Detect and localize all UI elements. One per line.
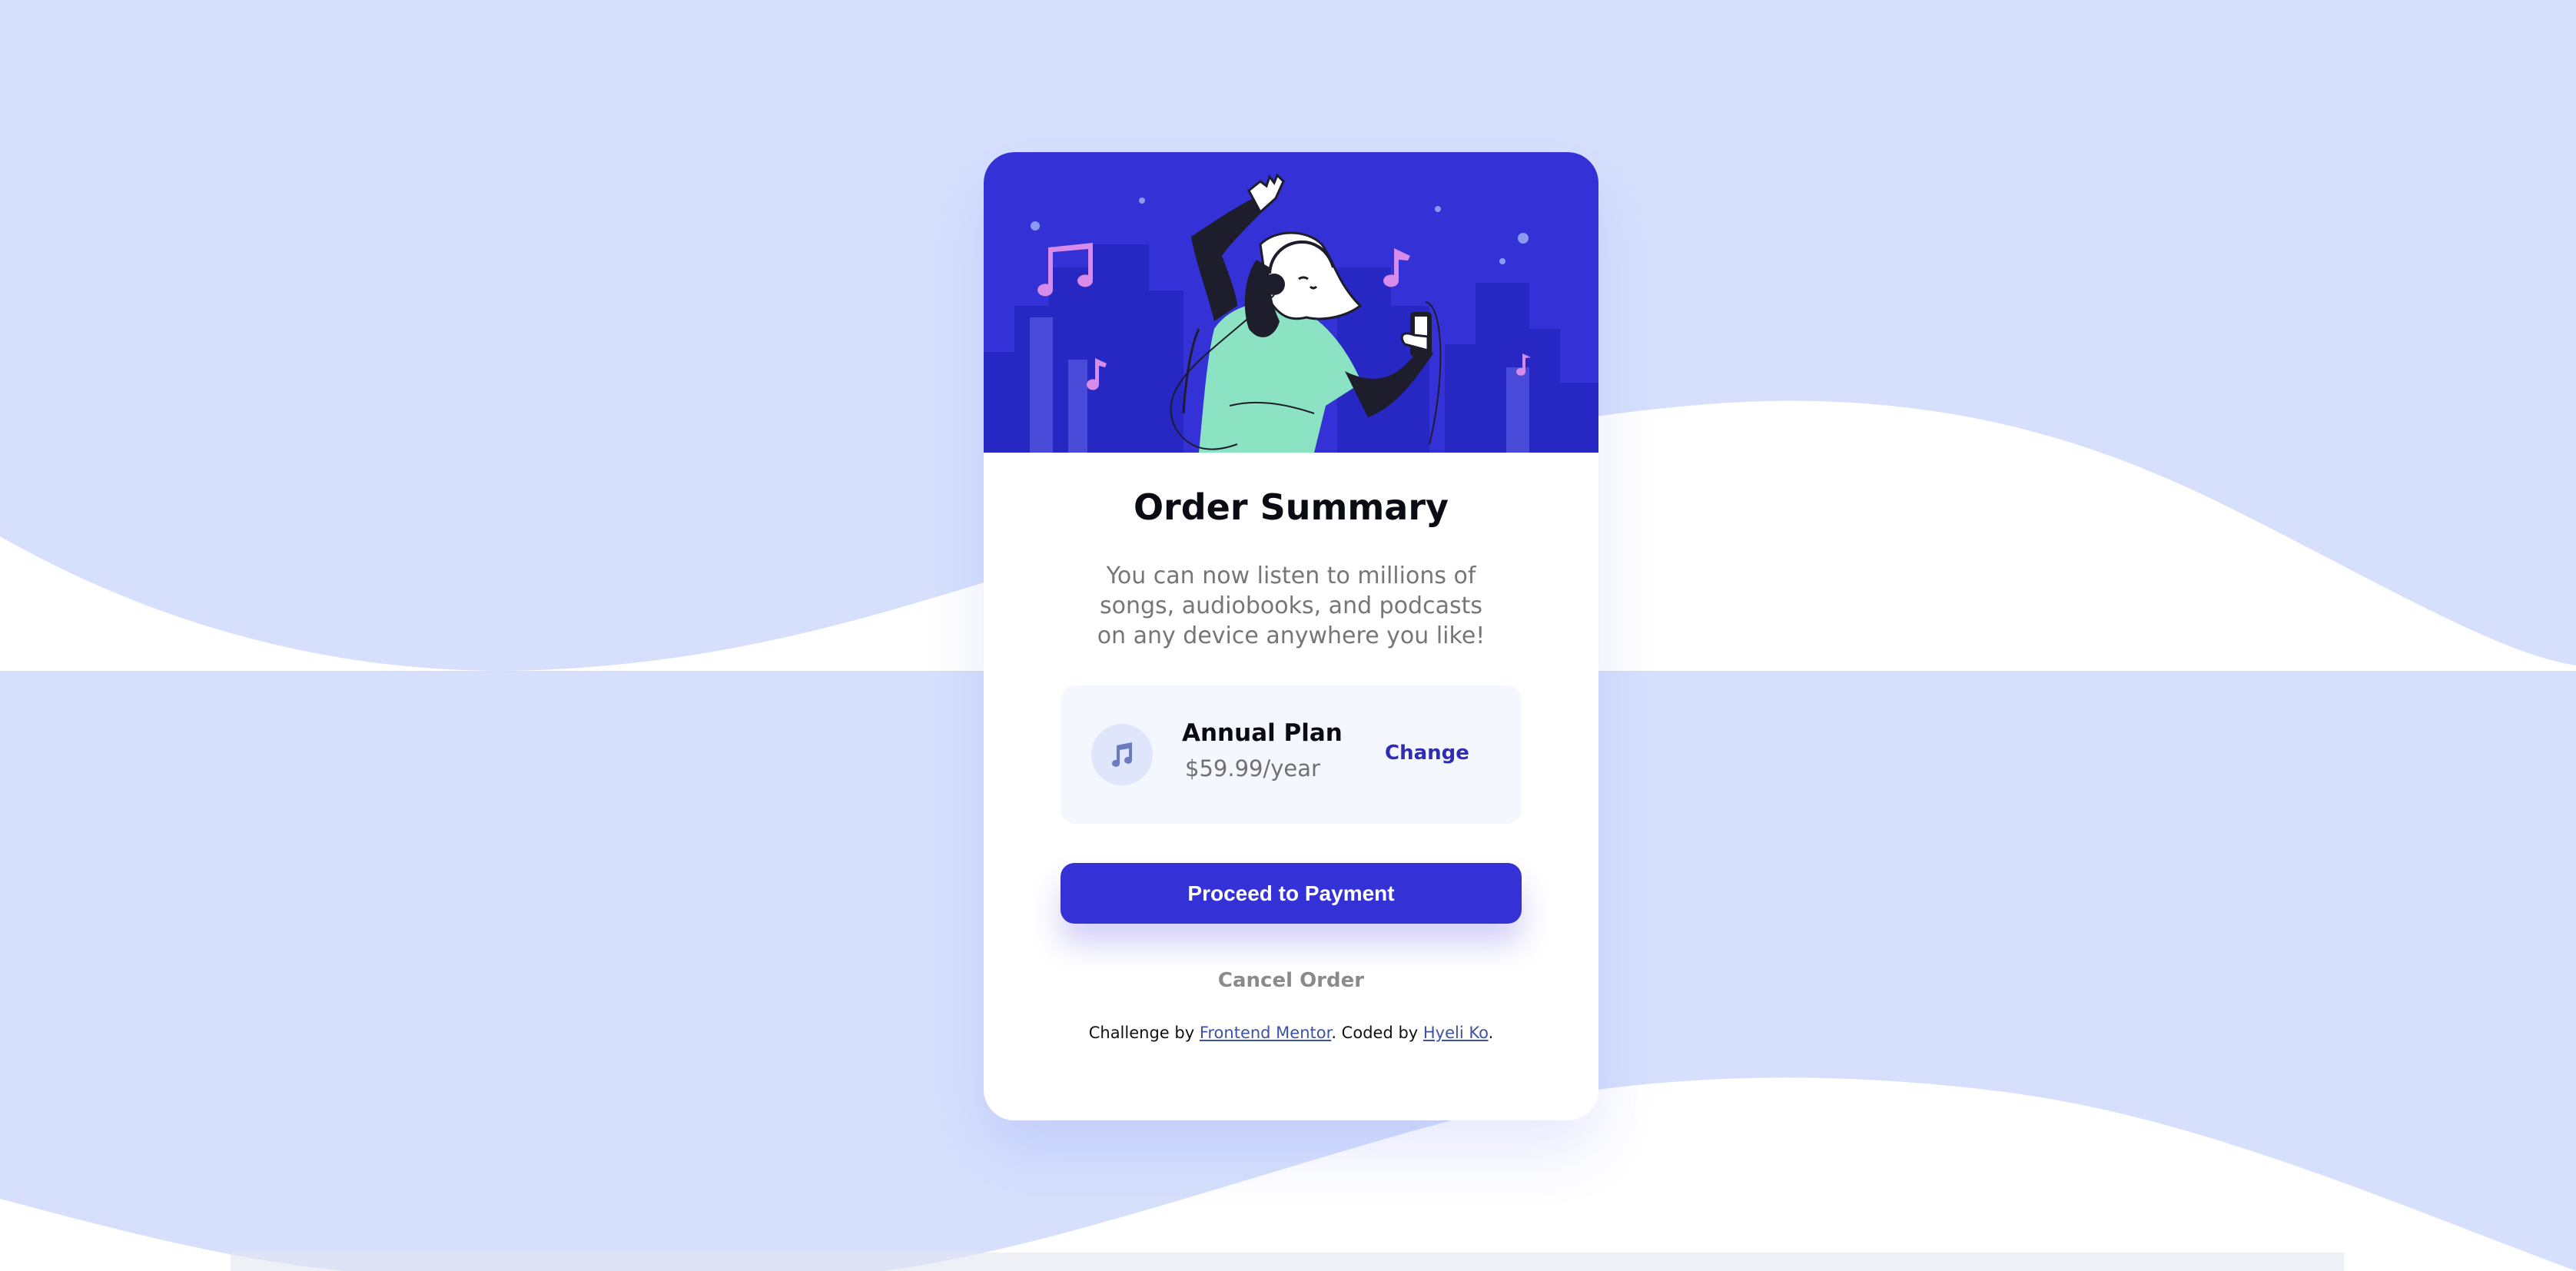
hero-illustration [984, 152, 1598, 453]
attribution-prefix: Challenge by [1088, 1024, 1200, 1042]
order-summary-card: Order Summary You can now listen to mill… [984, 152, 1598, 1120]
author-link[interactable]: Hyeli Ko [1423, 1024, 1489, 1042]
proceed-to-payment-button[interactable]: Proceed to Payment [1061, 863, 1522, 924]
frontend-mentor-link[interactable]: Frontend Mentor [1200, 1024, 1332, 1042]
plan-summary-box: Annual Plan $59.99/year Change [1061, 685, 1522, 824]
music-note-icon [1091, 724, 1153, 785]
order-summary-title: Order Summary [1133, 486, 1449, 528]
attribution-suffix: . [1488, 1024, 1494, 1042]
change-plan-link[interactable]: Change [1385, 738, 1469, 768]
order-description: You can now listen to millions of songs,… [1097, 562, 1486, 649]
plan-name: Annual Plan [1182, 719, 1343, 747]
attribution: Challenge by Frontend Mentor. Coded by H… [984, 1020, 1598, 1045]
attribution-middle: . Coded by [1331, 1024, 1423, 1042]
cancel-order-button[interactable]: Cancel Order [984, 965, 1598, 996]
plan-price: $59.99/year [1185, 755, 1320, 782]
